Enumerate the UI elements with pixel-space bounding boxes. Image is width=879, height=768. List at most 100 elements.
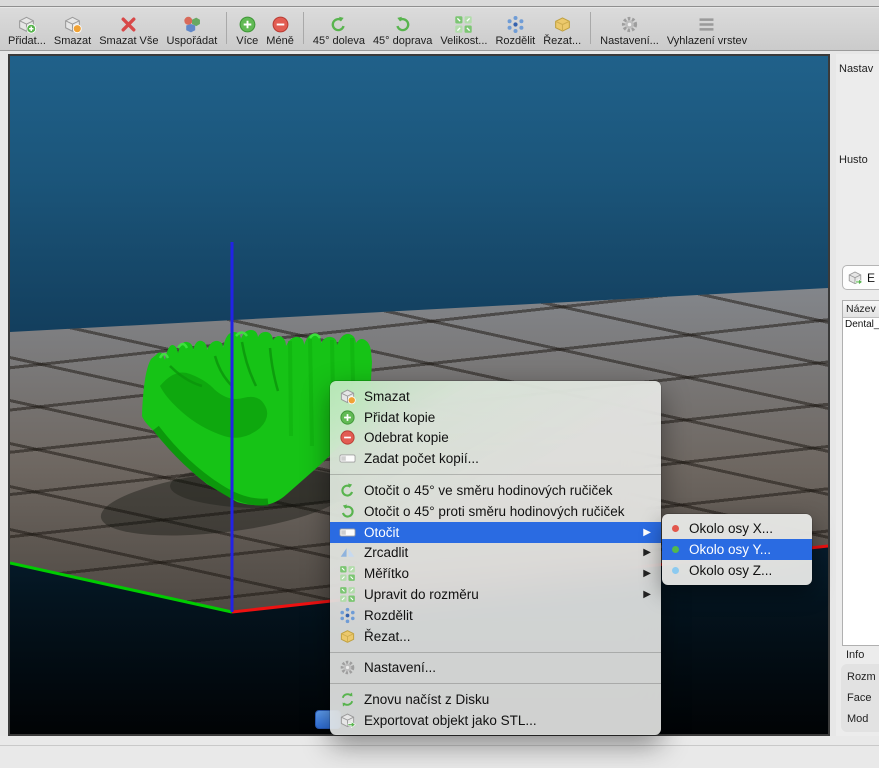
info-row-model: Mod: [847, 709, 879, 730]
menu-item-zadat-pocet-kopii[interactable]: Zadat počet kopií...: [330, 448, 661, 469]
menu-item-label: Smazat: [364, 389, 410, 404]
menu-item-label: Rozdělit: [364, 608, 413, 623]
menu-item-rozdelit[interactable]: Rozdělit: [330, 605, 661, 626]
info-box: Rozm Face Mod: [841, 664, 879, 732]
menu-item-smazat[interactable]: Smazat: [330, 386, 661, 407]
menu-separator: [330, 652, 661, 653]
info-row-faces: Face: [847, 688, 879, 709]
export-button[interactable]: E: [842, 265, 879, 290]
toolbar-button-usporadat[interactable]: Uspořádat: [167, 14, 218, 47]
menu-item-meritko[interactable]: Měřítko ▶: [330, 563, 661, 584]
scale-arrows-icon: [339, 565, 356, 582]
export-icon: [847, 270, 863, 286]
toolbar-button-rezat[interactable]: Řezat...: [543, 14, 581, 47]
toolbar-button-45-doleva[interactable]: 45° doleva: [313, 14, 365, 47]
arrange-objects-icon: [182, 14, 201, 34]
toolbar-button-nastaveni[interactable]: Nastavení...: [600, 14, 659, 47]
menu-item-exportovat-stl[interactable]: Exportovat objekt jako STL...: [330, 710, 661, 731]
object-list-row[interactable]: Dental_: [843, 318, 879, 330]
menu-item-otocit-45-cw[interactable]: Otočit o 45° ve směru hodinových ručiček: [330, 480, 661, 501]
menu-item-otocit-45-ccw[interactable]: Otočit o 45° proti směru hodinových ruči…: [330, 501, 661, 522]
menu-item-label: Přidat kopie: [364, 410, 435, 425]
gear-icon: [620, 14, 639, 34]
toolbar-separator: [590, 12, 591, 44]
minus-circle-icon: [271, 14, 290, 34]
submenu-item-label: Okolo osy Y...: [689, 542, 771, 557]
rotate-cw-icon: [329, 14, 348, 34]
menu-item-znovu-nacist[interactable]: Znovu načíst z Disku: [330, 689, 661, 710]
object-list-header: Název: [843, 301, 879, 318]
toolbar-button-smazat-vse[interactable]: Smazat Vše: [99, 14, 158, 47]
cut-cube-icon: [553, 14, 572, 34]
minus-circle-icon: [339, 429, 356, 446]
toolbar-label: Méně: [266, 35, 294, 47]
scale-arrows-icon: [454, 14, 473, 34]
export-icon: [339, 712, 356, 729]
plus-circle-icon: [339, 409, 356, 426]
field-icon: [339, 450, 356, 467]
settings-group-label: Nastav: [839, 63, 873, 75]
red-x-icon: [119, 14, 138, 34]
toolbar-label: Smazat: [54, 35, 91, 47]
menu-item-label: Upravit do rozměru: [364, 587, 479, 602]
menu-item-label: Odebrat kopie: [364, 430, 449, 445]
box-remove-icon: [63, 14, 82, 34]
info-row-dimensions: Rozm: [847, 667, 879, 688]
toolbar-button-velikost[interactable]: Velikost...: [440, 14, 487, 47]
menu-item-label: Měřítko: [364, 566, 409, 581]
toolbar-label: Rozdělit: [495, 35, 535, 47]
x-axis-dot-icon: [672, 525, 679, 532]
info-group-label: Info: [846, 649, 864, 661]
cut-cube-icon: [339, 628, 356, 645]
context-menu: Smazat Přidat kopie Odebrat kopie Zadat …: [330, 381, 661, 735]
toolbar-button-vice[interactable]: Více: [236, 14, 258, 47]
toolbar-button-pridat[interactable]: Přidat...: [8, 14, 46, 47]
submenu-item-label: Okolo osy X...: [689, 521, 773, 536]
submenu-item-label: Okolo osy Z...: [689, 563, 772, 578]
split-dots-icon: [506, 14, 525, 34]
menu-item-nastaveni[interactable]: Nastavení...: [330, 658, 661, 679]
menu-item-label: Nastavení...: [364, 660, 436, 675]
rotate-cw-icon: [339, 482, 356, 499]
toolbar-button-mene[interactable]: Méně: [266, 14, 294, 47]
menu-item-odebrat-kopie[interactable]: Odebrat kopie: [330, 428, 661, 449]
menu-item-rezat[interactable]: Řezat...: [330, 626, 661, 647]
toolbar-button-45-doprava[interactable]: 45° doprava: [373, 14, 432, 47]
submenu-arrow-icon: ▶: [643, 547, 653, 558]
menu-item-otocit[interactable]: Otočit ▶: [330, 522, 661, 543]
menu-item-pridat-kopie[interactable]: Přidat kopie: [330, 407, 661, 428]
toolbar-button-vyhlazeni-vrstev[interactable]: Vyhlazení vrstev: [667, 14, 747, 47]
rotate-submenu: Okolo osy X... Okolo osy Y... Okolo osy …: [662, 514, 812, 585]
submenu-item-okolo-osy-z[interactable]: Okolo osy Z...: [662, 560, 812, 581]
box-remove-icon: [339, 388, 356, 405]
gear-icon: [339, 659, 356, 676]
title-bar: [0, 0, 879, 7]
scale-arrows-icon: [339, 586, 356, 603]
bottom-bar: [0, 736, 879, 768]
y-axis-dot-icon: [672, 546, 679, 553]
toolbar-label: Nastavení...: [600, 35, 659, 47]
export-button-label: E: [867, 271, 875, 285]
menu-item-label: Řezat...: [364, 629, 411, 644]
menu-item-label: Zadat počet kopií...: [364, 451, 479, 466]
menu-item-zrcadlit[interactable]: Zrcadlit ▶: [330, 543, 661, 564]
menu-item-label: Exportovat objekt jako STL...: [364, 713, 537, 728]
toolbar-button-smazat[interactable]: Smazat: [54, 14, 91, 47]
menu-separator: [330, 474, 661, 475]
submenu-arrow-icon: ▶: [643, 589, 653, 600]
object-list-table[interactable]: Název Dental_: [842, 300, 879, 646]
toolbar-button-rozdelit[interactable]: Rozdělit: [495, 14, 535, 47]
toolbar-label: Více: [236, 35, 258, 47]
toolbar-label: 45° doleva: [313, 35, 365, 47]
menu-item-upravit-do-rozmeru[interactable]: Upravit do rozměru ▶: [330, 584, 661, 605]
menu-item-label: Otočit o 45° proti směru hodinových ruči…: [364, 504, 625, 519]
reload-icon: [339, 691, 356, 708]
menu-item-label: Otočit o 45° ve směru hodinových ručiček: [364, 483, 613, 498]
split-dots-icon: [339, 607, 356, 624]
submenu-item-okolo-osy-y[interactable]: Okolo osy Y...: [662, 539, 812, 560]
submenu-item-okolo-osy-x[interactable]: Okolo osy X...: [662, 518, 812, 539]
y-axis-green: [10, 563, 232, 612]
bottom-divider: [0, 745, 879, 746]
mirror-icon: [339, 544, 356, 561]
menu-item-label: Zrcadlit: [364, 545, 408, 560]
